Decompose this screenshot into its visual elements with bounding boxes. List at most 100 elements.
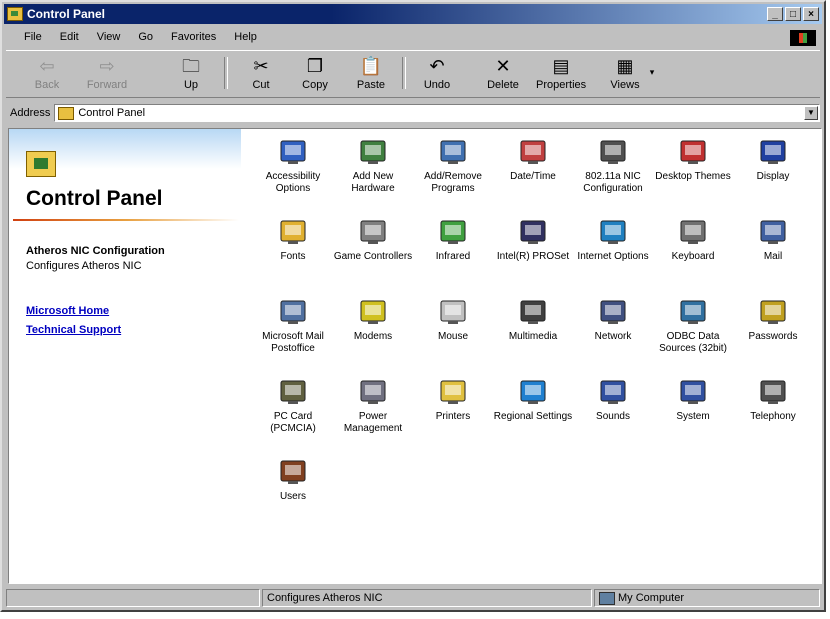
control-panel-item-label: Game Controllers (333, 251, 413, 262)
zone-label: My Computer (618, 592, 685, 604)
control-panel-item[interactable]: Printers (413, 369, 493, 423)
control-panel-item-label: System (676, 411, 710, 422)
display-icon (757, 135, 789, 167)
forward-button[interactable]: ⇨ Forward (82, 55, 132, 91)
menu-help[interactable]: Help (225, 31, 266, 43)
pane-divider (13, 219, 239, 221)
printers-folder-icon (437, 375, 469, 407)
control-panel-item-label: Accessibility Options (265, 171, 321, 194)
control-panel-item[interactable]: Intel(R) PROSet (493, 209, 573, 263)
control-panel-item-label: Date/Time (510, 171, 556, 182)
up-button[interactable]: 🗀 Up (166, 55, 216, 91)
my-computer-icon (599, 591, 615, 605)
content-area: Control Panel Atheros NIC Configuration … (8, 128, 822, 584)
control-panel-item[interactable]: Desktop Themes (653, 129, 733, 183)
control-panel-item[interactable]: Add/Remove Programs (413, 129, 493, 195)
control-panel-item[interactable]: Display (733, 129, 813, 183)
paste-icon: 📋 (359, 56, 383, 76)
control-panel-item[interactable]: Users (253, 449, 333, 503)
undo-button[interactable]: ↶ Undo (412, 55, 462, 91)
paste-button[interactable]: 📋 Paste (346, 55, 396, 91)
title-bar[interactable]: Control Panel _ □ × (4, 4, 822, 24)
control-panel-item-label: Power Management (343, 411, 403, 434)
internet-options-icon (597, 215, 629, 247)
control-panel-item[interactable]: ODBC Data Sources (32bit) (653, 289, 733, 355)
control-panel-item-label: Intel(R) PROSet (496, 251, 570, 262)
toolbar-separator (224, 57, 228, 89)
mail-postoffice-icon (277, 295, 309, 327)
control-panel-item[interactable]: PC Card (PCMCIA) (253, 369, 333, 435)
control-panel-window: Control Panel _ □ × File Edit View Go Fa… (0, 0, 826, 612)
control-panel-item[interactable]: Keyboard (653, 209, 733, 263)
close-button[interactable]: × (803, 7, 819, 21)
delete-button[interactable]: ✕ Delete (478, 55, 528, 91)
pc-card-icon (277, 375, 309, 407)
power-management-icon (357, 375, 389, 407)
address-input[interactable]: Control Panel ▼ (54, 104, 820, 122)
icon-grid: Accessibility Options Add New Hardware Add… (253, 129, 821, 583)
control-panel-item-label: Display (756, 171, 790, 182)
control-panel-item-label: Add New Hardware (351, 171, 395, 194)
modem-phone-icon (357, 295, 389, 327)
control-panel-item[interactable]: Multimedia (493, 289, 573, 343)
technical-support-link[interactable]: Technical Support (26, 324, 121, 336)
maximize-button[interactable]: □ (785, 7, 801, 21)
menu-favorites[interactable]: Favorites (162, 31, 225, 43)
status-bar: Configures Atheros NIC My Computer (6, 589, 820, 609)
control-panel-item[interactable]: Modems (333, 289, 413, 343)
copy-button[interactable]: ❐ Copy (290, 55, 340, 91)
control-panel-item[interactable]: 802.11a NIC Configuration (573, 129, 653, 195)
control-panel-item[interactable]: Sounds (573, 369, 653, 423)
control-panel-item[interactable]: Fonts (253, 209, 333, 263)
date-time-icon (517, 135, 549, 167)
pane-title: Control Panel (26, 187, 163, 210)
control-panel-item-label: PC Card (PCMCIA) (270, 411, 316, 434)
control-panel-item[interactable]: Accessibility Options (253, 129, 333, 195)
control-panel-item[interactable]: Passwords (733, 289, 813, 343)
control-panel-item-label: Passwords (748, 331, 798, 342)
control-panel-item-label: Printers (435, 411, 471, 422)
fonts-folder-icon (277, 215, 309, 247)
menu-view[interactable]: View (88, 31, 130, 43)
control-panel-item[interactable]: Microsoft Mail Postoffice (253, 289, 333, 355)
menu-edit[interactable]: Edit (51, 31, 88, 43)
properties-button[interactable]: ▤ Properties (536, 55, 586, 91)
keyboard-icon (677, 215, 709, 247)
control-panel-item[interactable]: Infrared (413, 209, 493, 263)
control-panel-item[interactable]: Add New Hardware (333, 129, 413, 195)
cut-button[interactable]: ✂ Cut (236, 55, 286, 91)
control-panel-item[interactable]: Mail (733, 209, 813, 263)
address-label: Address (10, 107, 51, 119)
control-panel-app-icon[interactable] (7, 7, 23, 21)
undo-icon: ↶ (429, 56, 445, 76)
control-panel-item[interactable]: Mouse (413, 289, 493, 343)
control-panel-item[interactable]: Game Controllers (333, 209, 413, 263)
control-panel-item[interactable]: Power Management (333, 369, 413, 435)
windows-logo-icon (790, 30, 816, 46)
control-panel-item-label: Infrared (435, 251, 471, 262)
address-dropdown-button[interactable]: ▼ (804, 106, 818, 120)
menu-file[interactable]: File (6, 31, 51, 43)
control-panel-folder-icon (58, 106, 75, 120)
control-panel-item[interactable]: Internet Options (573, 209, 653, 263)
control-panel-item-label: Mail (763, 251, 783, 262)
intel-proset-icon (517, 215, 549, 247)
control-panel-item[interactable]: System (653, 369, 733, 423)
control-panel-item[interactable]: Telephony (733, 369, 813, 423)
menu-go[interactable]: Go (129, 31, 162, 43)
control-panel-item-label: Users (279, 491, 307, 502)
control-panel-item-label: Network (594, 331, 632, 342)
minimize-button[interactable]: _ (767, 7, 783, 21)
joystick-icon (357, 215, 389, 247)
back-arrow-icon: ⇦ (39, 56, 55, 76)
back-button[interactable]: ⇦ Back (22, 55, 72, 91)
control-panel-item[interactable]: Network (573, 289, 653, 343)
telephony-icon (757, 375, 789, 407)
control-panel-item[interactable]: Regional Settings (493, 369, 573, 423)
control-panel-item[interactable]: Date/Time (493, 129, 573, 183)
control-panel-item-label: ODBC Data Sources (32bit) (659, 331, 727, 354)
status-panel-description: Configures Atheros NIC (262, 589, 592, 607)
microsoft-home-link[interactable]: Microsoft Home (26, 305, 109, 317)
up-folder-icon: 🗀 (182, 56, 200, 76)
views-dropdown-arrow-icon[interactable]: ▾ (642, 67, 662, 78)
